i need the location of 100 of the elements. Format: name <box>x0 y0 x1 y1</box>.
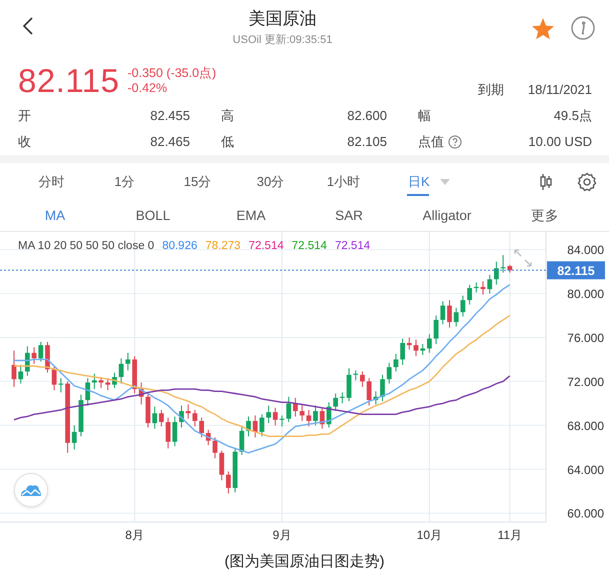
candlestick <box>226 470 231 494</box>
indicator-tab[interactable]: BOLL <box>104 200 202 232</box>
candlestick <box>286 396 292 423</box>
candlestick <box>373 390 378 405</box>
stat-value: 82.465 <box>150 133 190 152</box>
candlestick <box>172 416 178 447</box>
candlestick <box>394 353 398 372</box>
stat-label: 收 <box>18 133 31 152</box>
page-title: 美国原油 <box>248 9 316 30</box>
stat-label: 低 <box>221 133 234 152</box>
legend-value: 78.273 <box>205 239 241 254</box>
candlestick <box>246 416 251 437</box>
candlestick <box>52 366 57 391</box>
candlestick <box>105 378 110 391</box>
candlestick <box>260 414 264 437</box>
stat-label: 开 <box>18 107 31 126</box>
timeframe-tab[interactable]: 日K <box>380 163 460 200</box>
candlestick <box>152 406 158 430</box>
candlestick <box>447 300 452 328</box>
candlestick <box>92 373 97 390</box>
candlestick <box>326 402 332 428</box>
stat-value: 82.105 <box>347 133 387 152</box>
axis-label: 60.000 <box>567 506 604 521</box>
axis-label: 64.000 <box>567 462 604 477</box>
candlestick <box>186 404 191 420</box>
candlestick <box>118 358 124 384</box>
candlestick <box>166 417 170 449</box>
candlestick <box>159 409 164 427</box>
indicator-tab[interactable]: SAR <box>300 200 398 232</box>
candlestick <box>199 417 204 438</box>
timeframe-tab[interactable]: 分时 <box>15 163 88 200</box>
candlestick <box>360 371 365 388</box>
candlestick <box>38 341 44 362</box>
candlestick <box>460 295 466 318</box>
candlestick <box>58 378 64 393</box>
chart-type-button[interactable] <box>539 172 553 190</box>
price-tag: 82.115 <box>547 261 605 280</box>
candlestick <box>239 426 244 456</box>
candlestick <box>78 394 84 437</box>
candlestick <box>420 344 426 356</box>
candlestick <box>18 364 24 384</box>
candlestick <box>427 334 432 354</box>
legend-value: 80.926 <box>162 239 198 254</box>
stat-label: 点值 <box>418 133 444 152</box>
timeframe-tab[interactable]: 30分 <box>234 163 307 200</box>
candlestick <box>98 376 104 388</box>
candlestick <box>320 407 325 430</box>
candlestick <box>280 414 284 427</box>
candlestick <box>138 382 144 405</box>
timeframe-tab[interactable]: 15分 <box>161 163 234 200</box>
candlestick <box>406 336 412 350</box>
candlestick <box>212 436 218 459</box>
settings-button[interactable] <box>577 172 597 192</box>
candlestick <box>386 362 392 384</box>
timeframe-tab[interactable]: 1分 <box>88 163 161 200</box>
expiry-label: 到期 <box>478 80 504 98</box>
axis-label: 72.000 <box>567 374 604 389</box>
legend-value: 72.514 <box>334 239 370 254</box>
cloud-button[interactable] <box>14 473 48 507</box>
favorite-button[interactable] <box>531 16 555 40</box>
indicator-tab[interactable]: Alligator <box>398 200 496 232</box>
candlestick <box>454 307 459 327</box>
candlestick <box>414 339 418 357</box>
price-change: -0.350 (-35.0点) <box>127 66 216 80</box>
candlestick <box>25 346 30 376</box>
candlestick <box>126 352 130 371</box>
candlestick <box>306 409 312 427</box>
indicator-tab[interactable]: MA <box>6 200 104 232</box>
legend-value: 72.514 <box>248 239 284 254</box>
stat-label: 高 <box>221 107 234 126</box>
candlestick <box>467 284 472 305</box>
axis-label: 84.000 <box>567 243 604 258</box>
legend-label: MA 10 20 50 50 50 close 0 <box>18 239 154 254</box>
candlestick <box>474 282 479 293</box>
info-button[interactable] <box>571 16 595 40</box>
candlestick <box>85 378 90 406</box>
candlestick <box>32 346 36 364</box>
back-button[interactable] <box>22 16 34 36</box>
candlestick <box>192 409 198 427</box>
candlestick <box>272 407 278 426</box>
indicator-tab[interactable]: 更多 <box>496 200 594 232</box>
candlestick <box>333 392 338 412</box>
axis-label: 10月 <box>416 528 442 542</box>
candlestick <box>400 338 405 366</box>
candlestick <box>206 429 211 446</box>
candlestick <box>132 356 137 394</box>
expiry-date: 18/11/2021 <box>528 80 592 98</box>
axis-label: 68.000 <box>567 418 604 433</box>
percent-change: -0.42% <box>127 80 168 95</box>
axis-label: 11月 <box>498 528 522 542</box>
candlestick <box>353 370 358 381</box>
candlestick <box>252 414 258 438</box>
candlestick <box>494 261 499 286</box>
candlestick <box>434 314 438 345</box>
caret-icon <box>440 178 450 184</box>
legend-value: 72.514 <box>292 239 327 254</box>
timeframe-tab[interactable]: 1小时 <box>307 163 380 200</box>
indicator-tab[interactable]: EMA <box>202 200 300 232</box>
cloud-icon <box>20 483 42 497</box>
candlestick <box>179 405 184 428</box>
